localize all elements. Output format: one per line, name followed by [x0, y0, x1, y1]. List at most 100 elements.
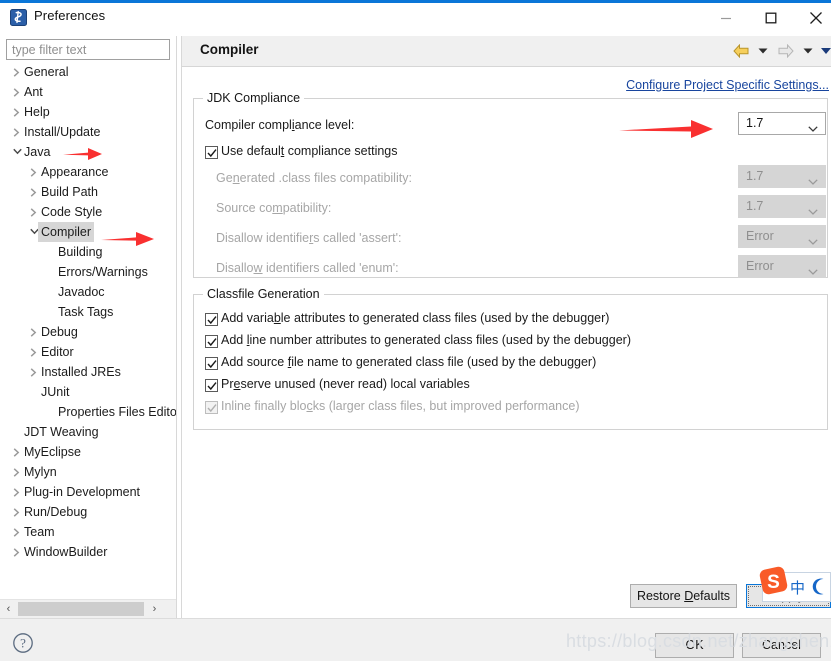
sidebar-item-label: MyEclipse	[21, 442, 84, 462]
disallow-enum-value: Error	[746, 259, 774, 273]
restore-defaults-button[interactable]: Restore Defaults	[630, 584, 737, 608]
sidebar-item-java[interactable]: Java	[0, 142, 176, 162]
close-button[interactable]	[793, 3, 831, 33]
sidebar-item-label: Javadoc	[55, 282, 108, 302]
sidebar-item-label: Compiler	[38, 222, 94, 242]
generated-class-files-compatibility-value: 1.7	[746, 169, 763, 183]
checkbox-box	[205, 379, 218, 392]
maximize-button[interactable]	[748, 3, 794, 33]
checkbox-label: Add line number attributes to generated …	[221, 333, 631, 347]
sidebar-item-code-style[interactable]: Code Style	[0, 202, 176, 222]
sidebar-item-appearance[interactable]: Appearance	[0, 162, 176, 182]
compiler-compliance-level-label: Compiler compliance level:	[205, 118, 354, 132]
crescent-moon-icon[interactable]	[812, 578, 827, 598]
sidebar-item-compiler[interactable]: Compiler	[0, 222, 176, 242]
minimize-button[interactable]	[703, 3, 749, 33]
filter-input-wrapper[interactable]	[6, 39, 170, 60]
sidebar-item-label: WindowBuilder	[21, 542, 110, 562]
sidebar-item-label: Ant	[21, 82, 46, 102]
sidebar-item-mylyn[interactable]: Mylyn	[0, 462, 176, 482]
generated-class-files-compatibility-dropdown[interactable]: 1.7	[738, 165, 826, 188]
checkbox-label: Use default compliance settings	[221, 144, 398, 158]
sidebar-item-label: Editor	[38, 342, 77, 362]
checkbox-label: Preserve unused (never read) local varia…	[221, 377, 470, 391]
sidebar-item-label: Run/Debug	[21, 502, 90, 522]
sidebar-item-javadoc[interactable]: Javadoc	[0, 282, 176, 302]
checkbox-label: Inline finally blocks (larger class file…	[221, 399, 579, 413]
window-title: Preferences	[34, 8, 105, 23]
svg-text:?: ?	[20, 636, 26, 651]
checkbox-label: Add variable attributes to generated cla…	[221, 311, 609, 325]
disallow-assert-label: Disallow identifiers called 'assert':	[216, 231, 401, 245]
sogou-s-logo-icon[interactable]: S	[757, 564, 790, 600]
cancel-button[interactable]: Cancel	[742, 633, 821, 658]
sidebar-item-ant[interactable]: Ant	[0, 82, 176, 102]
sidebar-item-errors-warnings[interactable]: Errors/Warnings	[0, 262, 176, 282]
forward-arrow-icon[interactable]	[775, 40, 797, 62]
back-arrow-icon[interactable]	[730, 40, 752, 62]
sogou-ime-toolbar[interactable]: S 中	[762, 572, 831, 602]
sidebar-item-windowbuilder[interactable]: WindowBuilder	[0, 542, 176, 562]
sidebar-item-jdt-weaving[interactable]: JDT Weaving	[0, 422, 176, 442]
sidebar-item-general[interactable]: General	[0, 62, 176, 82]
back-dropdown-icon[interactable]	[752, 40, 774, 62]
sidebar-item-help[interactable]: Help	[0, 102, 176, 122]
tree-content-divider	[176, 36, 177, 618]
sidebar-item-label: Mylyn	[21, 462, 60, 482]
sidebar-item-label: Properties Files Edito	[55, 402, 176, 422]
ok-button[interactable]: OK	[655, 633, 734, 658]
sidebar-item-label: JDT Weaving	[21, 422, 102, 442]
disallow-enum-dropdown[interactable]: Error	[738, 255, 826, 278]
sidebar-item-label: Plug-in Development	[21, 482, 143, 502]
sidebar-item-run-debug[interactable]: Run/Debug	[0, 502, 176, 522]
sidebar-item-plug-in-development[interactable]: Plug-in Development	[0, 482, 176, 502]
checkbox-label: Add source file name to generated class …	[221, 355, 596, 369]
content-body: Configure Project Specific Settings... J…	[182, 67, 831, 571]
title-bar: Preferences	[0, 3, 831, 32]
help-question-icon[interactable]: ?	[12, 632, 34, 654]
generated-class-files-compatibility-label: Generated .class files compatibility:	[216, 171, 412, 185]
checkbox-box	[205, 357, 218, 370]
sidebar-item-junit[interactable]: JUnit	[0, 382, 176, 402]
scrollbar-thumb[interactable]	[18, 602, 144, 616]
disallow-assert-dropdown[interactable]: Error	[738, 225, 826, 248]
sidebar-item-properties-files-edito[interactable]: Properties Files Edito	[0, 402, 176, 422]
sidebar-item-label: Building	[55, 242, 105, 262]
sidebar-item-label: Debug	[38, 322, 81, 342]
sidebar-item-installed-jres[interactable]: Installed JREs	[0, 362, 176, 382]
preferences-tree[interactable]: GeneralAntHelpInstall/UpdateJavaAppearan…	[0, 62, 176, 599]
sidebar-item-editor[interactable]: Editor	[0, 342, 176, 362]
jdk-compliance-title: JDK Compliance	[203, 91, 304, 105]
sidebar-item-build-path[interactable]: Build Path	[0, 182, 176, 202]
sidebar-item-install-update[interactable]: Install/Update	[0, 122, 176, 142]
chevron-down-icon	[808, 121, 818, 135]
disallow-enum-label: Disallow identifiers called 'enum':	[216, 261, 399, 275]
search-input[interactable]	[7, 40, 169, 59]
chevron-down-icon	[808, 264, 818, 278]
tree-horizontal-scrollbar[interactable]: ‹ ›	[0, 599, 176, 618]
scroll-left-arrow-icon[interactable]: ‹	[0, 600, 17, 618]
classfile-generation-group: Classfile Generation Add variable attrib…	[193, 294, 828, 430]
ime-mode-label[interactable]: 中	[790, 577, 805, 598]
sidebar-item-label: Build Path	[38, 182, 101, 202]
configure-project-specific-settings-link[interactable]: Configure Project Specific Settings...	[626, 78, 829, 92]
sidebar-item-label: Install/Update	[21, 122, 103, 142]
more-dropdown-icon[interactable]	[815, 40, 831, 62]
checkbox-box	[205, 401, 218, 414]
sidebar-item-label: Installed JREs	[38, 362, 124, 382]
sidebar-item-label: Java	[21, 142, 53, 162]
compiler-compliance-level-dropdown[interactable]: 1.7	[738, 112, 826, 135]
sidebar-item-label: Code Style	[38, 202, 105, 222]
sidebar-item-label: Task Tags	[55, 302, 116, 322]
sidebar-item-label: Errors/Warnings	[55, 262, 151, 282]
sidebar-item-debug[interactable]: Debug	[0, 322, 176, 342]
sidebar-item-task-tags[interactable]: Task Tags	[0, 302, 176, 322]
sidebar-item-myeclipse[interactable]: MyEclipse	[0, 442, 176, 462]
sidebar-item-label: Team	[21, 522, 58, 542]
chevron-down-icon	[808, 174, 818, 188]
source-compatibility-dropdown[interactable]: 1.7	[738, 195, 826, 218]
scroll-right-arrow-icon[interactable]: ›	[146, 600, 163, 618]
compiler-compliance-level-value: 1.7	[746, 116, 763, 130]
sidebar-item-building[interactable]: Building	[0, 242, 176, 262]
sidebar-item-team[interactable]: Team	[0, 522, 176, 542]
